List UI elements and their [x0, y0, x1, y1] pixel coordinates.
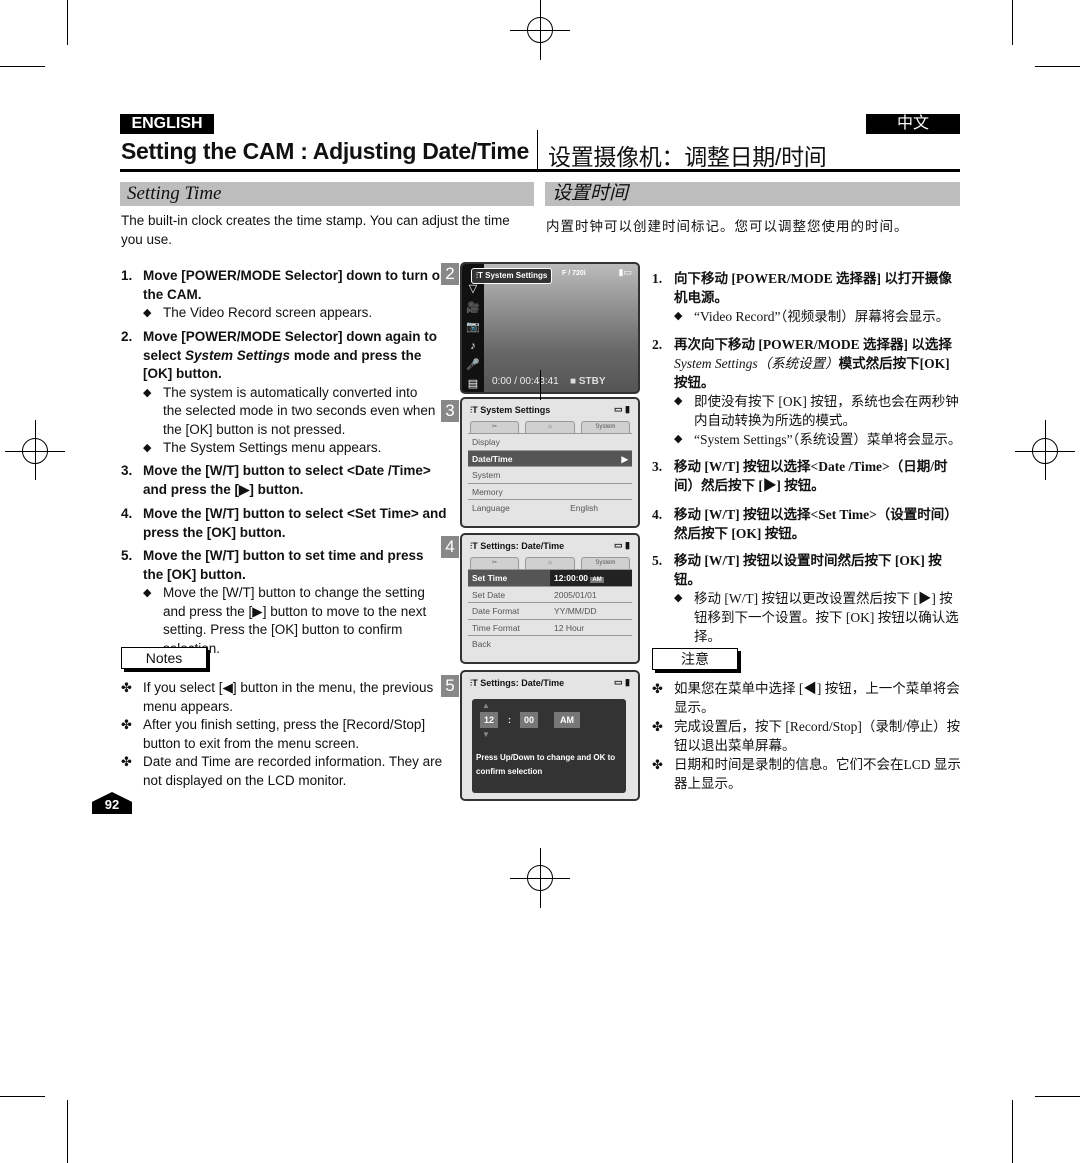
- menu-item-set-date[interactable]: Set Date 2005/01/01: [468, 585, 632, 603]
- menu-item-back[interactable]: Back: [468, 635, 632, 652]
- arrow-right-icon: ▶: [621, 453, 628, 464]
- tab-movie[interactable]: ✂: [470, 421, 520, 433]
- crop-mark: [0, 66, 45, 67]
- menu-item-set-time[interactable]: Set Time 12:00:00 AM: [468, 569, 632, 586]
- screen-system-settings: ⫶T System Settings ▭ ▮ ✂ ⌂ System Display D…: [460, 397, 640, 528]
- status-indicator: ■ STBY: [570, 376, 606, 387]
- title-divider: [537, 130, 538, 170]
- screen-set-time-dialog: ⫶T Settings: Date/Time ▭ ▮ ▲ 12 ▼ : 00 AM…: [460, 670, 640, 801]
- step-5-cn: 5.移动 [W/T] 按钮以设置时间然后按下 [OK] 按钮。 移动 [W/T]…: [652, 551, 962, 646]
- page-title-cn: 设置摄像机：调整日期/时间: [548, 144, 827, 170]
- time-separator: :: [508, 715, 511, 725]
- time-dialog-hint: Press Up/Down to change and OK to confir…: [476, 753, 616, 776]
- minute-field[interactable]: 00: [520, 712, 539, 728]
- system-icon: ⫶T: [476, 271, 486, 280]
- screen-date-time-settings: ⫶T Settings: Date/Time ▭ ▮ ✂ ⌂ System Set T…: [460, 533, 640, 664]
- down-arrow-icon[interactable]: ▼: [482, 730, 490, 739]
- screen-number: 3: [441, 400, 459, 422]
- time-counter: 0:00 / 00:43:41: [492, 376, 559, 387]
- menu-item-date-time[interactable]: Date/Time ▶: [468, 449, 632, 466]
- language-badge-chinese: 中文: [866, 114, 960, 134]
- screen-number: 4: [441, 536, 459, 558]
- notes-label-en: Notes: [121, 647, 207, 669]
- battery-icon: ▭ ▮: [614, 677, 630, 687]
- tab-system[interactable]: System: [580, 557, 630, 569]
- section-title-cn: 设置时间: [545, 182, 960, 206]
- crop-mark: [0, 1096, 45, 1097]
- step-5-en: 5. Move the [W/T] button to set time and …: [121, 547, 431, 658]
- menu-item-display[interactable]: Display: [468, 433, 632, 450]
- notes-label-cn: 注意: [652, 648, 738, 670]
- up-arrow-icon[interactable]: ▲: [482, 701, 490, 710]
- language-badge-english: ENGLISH: [120, 114, 214, 134]
- step-3-cn: 3. 移动 [W/T] 按钮以选择<Date /Time>（日期/时间）然后按下 …: [652, 459, 948, 493]
- step-4-cn: 4. 移动 [W/T] 按钮以选择<Set Time>（设置时间）然后按下 [OK…: [652, 507, 958, 541]
- page-number: 92: [92, 792, 132, 814]
- system-icon: ⫶T: [470, 541, 481, 551]
- tab-movie[interactable]: ✂: [470, 557, 520, 569]
- crop-mark: [1035, 1096, 1080, 1097]
- screen-video-record: ▽ 🎥 📷 ♪ 🎤 ▤ ⫶T System Settings F / 720i ▮▭ 0:…: [460, 262, 640, 394]
- notes-en: If you select [◀] button in the menu, th…: [121, 679, 457, 790]
- hour-field[interactable]: 12: [480, 712, 499, 728]
- tab-photo[interactable]: ⌂: [525, 557, 575, 569]
- system-icon: ⫶T: [470, 405, 481, 415]
- quality-indicator: F / 720i: [562, 270, 586, 277]
- system-settings-menu-label: ⫶T System Settings: [471, 268, 553, 284]
- system-icon: ⫶T: [470, 678, 481, 688]
- tab-photo[interactable]: ⌂: [525, 421, 575, 433]
- crop-mark: [67, 0, 68, 45]
- notes-cn: 如果您在菜单中选择 [◀] 按钮，上一个菜单将会显示。 完成设置后，按下 [Re…: [652, 679, 962, 793]
- step-4-en: 4. Move the [W/T] button to select <Set T…: [121, 506, 447, 540]
- menu-item-memory[interactable]: Memory: [468, 482, 632, 500]
- menu-item-language[interactable]: Language English: [468, 499, 632, 516]
- intro-cn: 内置时钟可以创建时间标记。您可以调整您使用的时间。: [546, 219, 909, 234]
- crop-mark: [67, 1100, 68, 1163]
- battery-icon: ▭ ▮: [614, 540, 630, 550]
- step-1-cn: 1.向下移动 [POWER/MODE 选择器] 以打开摄像机电源。 “Video…: [652, 269, 962, 326]
- title-rule: [120, 169, 960, 172]
- menu-item-date-format[interactable]: Date Format YY/MM/DD: [468, 602, 632, 619]
- crop-mark: [1035, 66, 1080, 67]
- crop-mark: [1012, 1100, 1013, 1163]
- page-title-en: Setting the CAM : Adjusting Date/Time: [121, 138, 530, 164]
- step-1-en: 1. Move [POWER/MODE Selector] down to tur…: [121, 267, 451, 323]
- screen-number: 5: [441, 675, 459, 697]
- time-dialog: ▲ 12 ▼ : 00 AM Press Up/Down to change a…: [472, 699, 626, 793]
- battery-icon: ▮▭: [618, 267, 632, 277]
- step-2-en: 2. Move [POWER/MODE Selector] down again …: [121, 328, 451, 458]
- menu-item-time-format[interactable]: Time Format 12 Hour: [468, 618, 632, 636]
- intro-en: The built-in clock creates the time stam…: [121, 213, 510, 247]
- section-title-en: Setting Time: [120, 182, 534, 206]
- step-2-cn: 2. 再次向下移动 [POWER/MODE 选择器] 以选择 System Set…: [652, 335, 962, 449]
- ampm-field[interactable]: AM: [554, 712, 580, 728]
- step-3-en: 3. Move the [W/T] button to select <Date …: [121, 463, 431, 497]
- crop-mark: [1012, 0, 1013, 45]
- battery-icon: ▭ ▮: [614, 404, 630, 414]
- menu-item-system[interactable]: System: [468, 466, 632, 483]
- screen-number: 2: [441, 263, 459, 285]
- tab-system[interactable]: System: [580, 421, 630, 433]
